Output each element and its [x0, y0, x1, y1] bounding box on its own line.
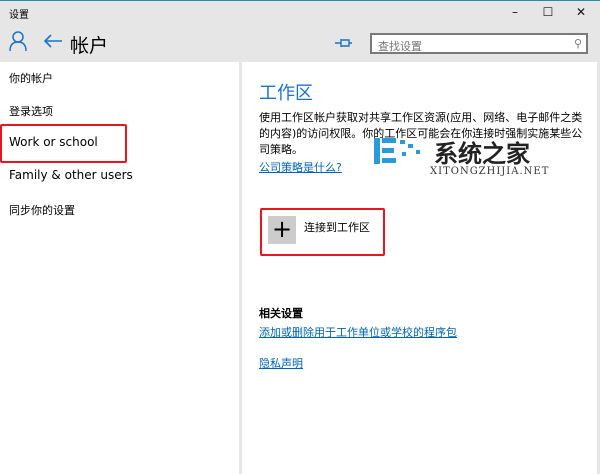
header: 帐户 ⚲: [0, 24, 600, 62]
minimize-button[interactable]: –: [500, 3, 530, 21]
section-title: 工作区: [259, 83, 313, 104]
sidebar-item-sign-in-options[interactable]: 登录选项: [9, 103, 53, 119]
related-settings-heading: 相关设置: [259, 307, 303, 320]
sidebar: 你的帐户 登录选项 Work or school Family & other …: [0, 62, 239, 474]
back-arrow-icon[interactable]: [43, 33, 63, 49]
watermark-url: XITONGZHIJIA.NET: [430, 166, 550, 177]
window-title: 设置: [9, 10, 29, 21]
add-icon[interactable]: +: [268, 216, 296, 244]
search-icon[interactable]: ⚲: [574, 37, 582, 50]
connect-button[interactable]: 连接到工作区: [304, 219, 370, 235]
user-icon: [9, 31, 27, 52]
search-input[interactable]: [372, 38, 568, 55]
policy-link[interactable]: 公司策略是什么?: [259, 159, 342, 175]
page-title: 帐户: [70, 35, 109, 57]
privacy-link[interactable]: 隐私声明: [259, 355, 303, 371]
related-link[interactable]: 添加或删除用于工作单位或学校的程序包: [259, 324, 457, 340]
pin-icon[interactable]: [335, 37, 353, 49]
title-bar: 设置 – ☐ ✕: [0, 1, 600, 23]
sidebar-item-family-other-users[interactable]: Family & other users: [9, 168, 133, 182]
sidebar-item-sync-settings[interactable]: 同步你的设置: [9, 202, 75, 218]
content-pane: 工作区 使用工作区帐户获取对共享工作区资源(应用、网络、电子邮件之类的内容)的访…: [242, 62, 597, 474]
maximize-button[interactable]: ☐: [533, 3, 563, 21]
sidebar-item-work-or-school[interactable]: Work or school: [9, 135, 98, 149]
description: 使用工作区帐户获取对共享工作区资源(应用、网络、电子邮件之类的内容)的访问权限。…: [259, 111, 583, 156]
close-button[interactable]: ✕: [566, 3, 596, 21]
search-box[interactable]: ⚲: [370, 33, 588, 55]
sidebar-item-your-account[interactable]: 你的帐户: [9, 70, 53, 86]
